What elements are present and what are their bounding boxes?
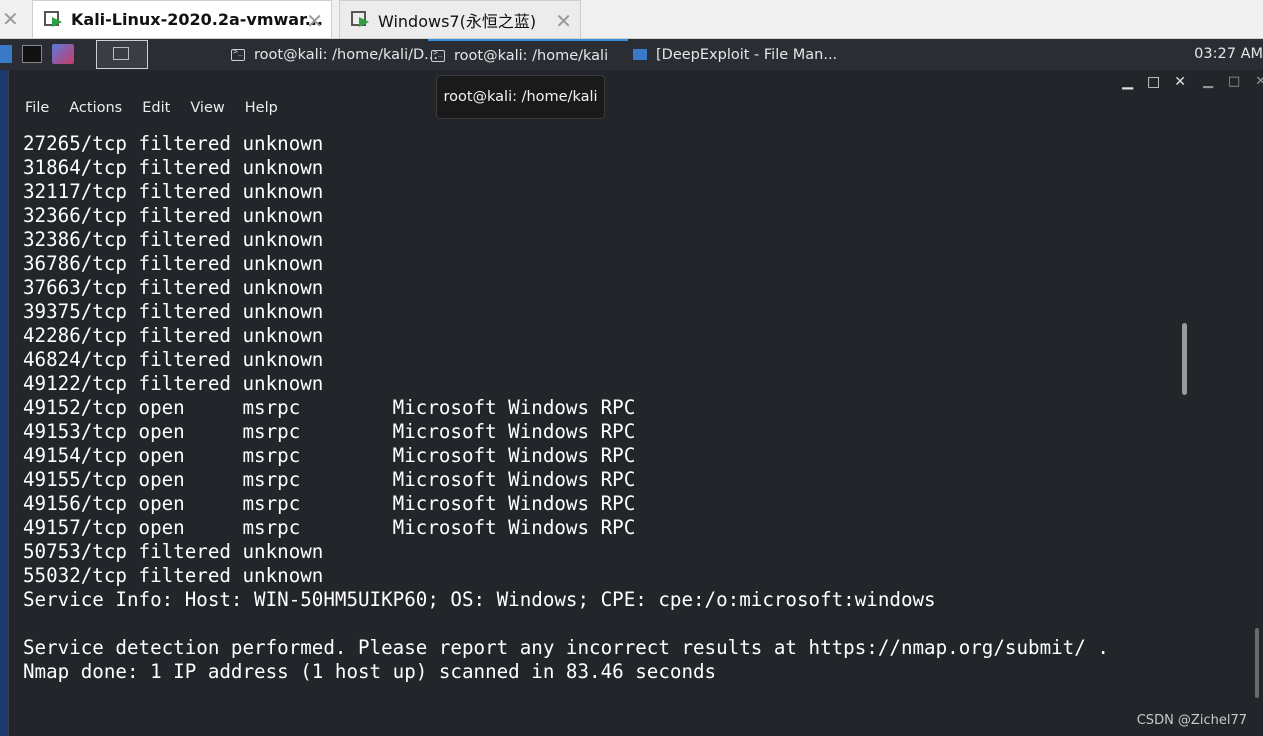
close-icon[interactable]: ✕ <box>1174 74 1186 90</box>
terminal-line: 49155/tcp open msrpc Microsoft Windows R… <box>23 468 636 491</box>
terminal-line: 27265/tcp filtered unknown <box>23 132 324 155</box>
minimize-icon[interactable]: ▁ <box>1203 74 1213 89</box>
background-window-controls: ▁ □ ✕ <box>1203 74 1263 89</box>
vm-icon <box>43 9 65 31</box>
desktop-background <box>0 70 8 736</box>
taskbar-item-file-manager[interactable]: [DeepExploit - File Man... <box>633 39 837 70</box>
taskbar-item-label: root@kali: /home/kali/D... <box>254 46 438 63</box>
terminal-line: 49153/tcp open msrpc Microsoft Windows R… <box>23 420 636 443</box>
terminal-line: 49156/tcp open msrpc Microsoft Windows R… <box>23 492 636 515</box>
terminal-line: 32366/tcp filtered unknown <box>23 204 324 227</box>
window-controls: ▁ □ ✕ <box>1122 74 1186 90</box>
taskbar-item-label: [DeepExploit - File Man... <box>656 46 838 63</box>
close-icon[interactable]: ✕ <box>1255 74 1263 89</box>
taskbar-tooltip: root@kali: /home/kali <box>436 75 605 119</box>
vm-tab-kali[interactable]: Kali-Linux-2020.2a-vmwar... ✕ <box>32 0 332 38</box>
terminal-line: 36786/tcp filtered unknown <box>23 252 324 275</box>
minimize-icon[interactable]: ▁ <box>1122 74 1133 90</box>
terminal-line: 31864/tcp filtered unknown <box>23 156 324 179</box>
terminal-icon <box>431 48 445 62</box>
terminal-line: 32117/tcp filtered unknown <box>23 180 324 203</box>
vm-tab-label: Windows7(永恒之蓝) <box>378 11 537 31</box>
terminal-line: 37663/tcp filtered unknown <box>23 276 324 299</box>
vm-icon <box>350 9 372 31</box>
menu-file[interactable]: File <box>25 100 49 122</box>
terminal-line: 55032/tcp filtered unknown <box>23 564 324 587</box>
menu-help[interactable]: Help <box>245 100 278 122</box>
menu-edit[interactable]: Edit <box>142 100 170 122</box>
terminal-line: 49157/tcp open msrpc Microsoft Windows R… <box>23 516 636 539</box>
vm-tab-label: Kali-Linux-2020.2a-vmwar... <box>71 10 323 29</box>
taskbar-item-terminal-deepexploit[interactable]: root@kali: /home/kali/D... <box>231 39 438 70</box>
terminal-icon <box>231 47 245 61</box>
clock[interactable]: 03:27 AM <box>1194 39 1263 70</box>
terminal-line: 49152/tcp open msrpc Microsoft Windows R… <box>23 396 636 419</box>
background-terminal-window[interactable] <box>1195 70 1263 736</box>
scrollbar[interactable] <box>1182 323 1187 395</box>
close-icon[interactable]: ✕ <box>306 9 323 33</box>
close-icon[interactable]: ✕ <box>2 7 19 31</box>
menu-actions[interactable]: Actions <box>69 100 122 122</box>
terminal-line: 46824/tcp filtered unknown <box>23 348 324 371</box>
vmware-tab-bar: ✕ Kali-Linux-2020.2a-vmwar... ✕ Windows7… <box>0 0 1263 39</box>
terminal-line: 49154/tcp open msrpc Microsoft Windows R… <box>23 444 636 467</box>
maximize-icon[interactable]: □ <box>1228 74 1240 89</box>
app-launcher-icon[interactable] <box>52 44 74 64</box>
kali-top-panel: root@kali: /home/kali/D... root@kali: /h… <box>0 39 1263 70</box>
terminal-line: 39375/tcp filtered unknown <box>23 300 324 323</box>
workspace-switcher[interactable] <box>96 40 148 69</box>
terminal-line: 42286/tcp filtered unknown <box>23 324 324 347</box>
taskbar-item-terminal-kali[interactable]: root@kali: /home/kali <box>428 39 628 70</box>
terminal-line: 50753/tcp filtered unknown <box>23 540 324 563</box>
maximize-icon[interactable]: □ <box>1147 74 1160 90</box>
taskbar-item-label: root@kali: /home/kali <box>454 47 609 64</box>
terminal-window[interactable]: ▁ □ ✕ File Actions Edit View Help 27265/… <box>8 70 1196 736</box>
watermark: CSDN @Zichel77 <box>1136 713 1247 728</box>
terminal-line: Nmap done: 1 IP address (1 host up) scan… <box>23 660 717 683</box>
workspace-icon <box>113 47 129 60</box>
terminal-line: Service Info: Host: WIN-50HM5UIKP60; OS:… <box>23 588 936 611</box>
terminal-line: Service detection performed. Please repo… <box>23 636 1109 659</box>
scrollbar[interactable] <box>1255 628 1259 698</box>
terminal-line: 32386/tcp filtered unknown <box>23 228 324 251</box>
terminal-output[interactable]: 27265/tcp filtered unknown 31864/tcp filt… <box>23 132 1109 684</box>
vm-tab-windows7[interactable]: Windows7(永恒之蓝) ✕ <box>339 0 581 38</box>
terminal-launcher-icon[interactable] <box>22 45 42 63</box>
terminal-menubar: File Actions Edit View Help <box>25 100 278 122</box>
menu-view[interactable]: View <box>190 100 224 122</box>
folder-icon <box>633 49 647 60</box>
close-icon[interactable]: ✕ <box>555 9 572 33</box>
app-menu-icon[interactable] <box>0 45 12 63</box>
terminal-line: 49122/tcp filtered unknown <box>23 372 324 395</box>
